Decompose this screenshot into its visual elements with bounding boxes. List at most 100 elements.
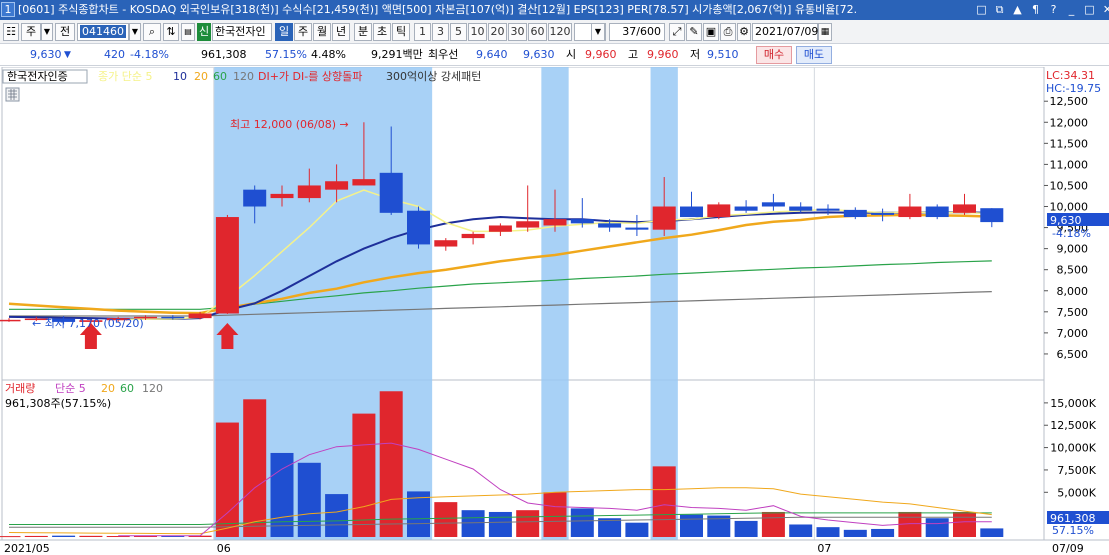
interval-week[interactable]: 주 bbox=[294, 23, 312, 41]
interval-month[interactable]: 월 bbox=[313, 23, 331, 41]
legend-pattern[interactable]: 300억이상 강세패턴 bbox=[386, 70, 481, 83]
save-icon[interactable]: ▣ bbox=[703, 23, 719, 41]
tick-1[interactable]: 1 bbox=[414, 23, 431, 41]
low-label: 저 bbox=[690, 48, 701, 61]
best-ask: 9,640 bbox=[476, 48, 508, 61]
data-count[interactable]: 37/600 bbox=[609, 23, 665, 41]
grid-menu-icon[interactable]: ☷ bbox=[3, 23, 19, 41]
pin-icon[interactable]: ¶ bbox=[1027, 1, 1044, 18]
maximize-button[interactable]: □ bbox=[1081, 1, 1098, 18]
volume-bar bbox=[980, 528, 1004, 537]
calendar-icon[interactable]: ▦ bbox=[818, 23, 832, 41]
volume-bar bbox=[680, 514, 703, 537]
date-input[interactable]: 2021/07/09 bbox=[752, 23, 818, 41]
window-title: [0601] 주식종합차트 - KOSDAQ 외국인보유[318(천)] 수식수… bbox=[18, 3, 858, 16]
legend-ma20[interactable]: 20 bbox=[194, 70, 208, 83]
chevron-down-icon[interactable]: ▼ bbox=[41, 23, 53, 41]
vol-legend-ma20[interactable]: 20 bbox=[101, 382, 115, 395]
vol-legend-ma60[interactable]: 60 bbox=[120, 382, 134, 395]
credit-badge: 신 bbox=[197, 23, 211, 41]
price-tick-label-6500: 6,500 bbox=[1057, 348, 1089, 361]
tick-5[interactable]: 5 bbox=[450, 23, 467, 41]
volume-bar bbox=[516, 510, 540, 537]
best-bid: 9,630 bbox=[523, 48, 555, 61]
minimize-button[interactable]: _ bbox=[1063, 1, 1080, 18]
tick-120[interactable]: 120 bbox=[548, 23, 572, 41]
edit-icon[interactable]: ✎ bbox=[686, 23, 702, 41]
vol-tick-label-4: 15,000K bbox=[1050, 397, 1096, 410]
search-icon[interactable]: ⌕ bbox=[143, 23, 161, 41]
candle-body bbox=[570, 219, 594, 224]
tick-3[interactable]: 3 bbox=[432, 23, 449, 41]
volume-bar bbox=[379, 391, 403, 537]
interval-minute[interactable]: 분 bbox=[354, 23, 372, 41]
candle-body bbox=[625, 227, 649, 230]
help-icon[interactable]: ? bbox=[1045, 1, 1062, 18]
candle-body bbox=[243, 189, 267, 207]
list-icon[interactable]: ▤ bbox=[181, 23, 195, 41]
legend-ma120[interactable]: 120 bbox=[233, 70, 254, 83]
volume-bar bbox=[434, 502, 458, 537]
crosshair-icon[interactable]: ⤢ bbox=[669, 23, 685, 41]
interval-tick[interactable]: 틱 bbox=[392, 23, 410, 41]
link-icon[interactable]: □ bbox=[973, 1, 990, 18]
volume-bar bbox=[270, 452, 294, 537]
candle-body bbox=[407, 210, 430, 245]
candle-body bbox=[652, 206, 676, 230]
price-change-pct: -4.18% bbox=[130, 48, 169, 61]
volume-bar bbox=[0, 536, 21, 538]
interval-second[interactable]: 초 bbox=[373, 23, 391, 41]
sell-button[interactable]: 매도 bbox=[796, 46, 832, 64]
candle-body bbox=[488, 225, 512, 232]
x-axis-label-0: 2021/05 bbox=[4, 542, 50, 555]
close-button[interactable]: ✕ bbox=[1099, 1, 1109, 18]
vol-ratio-tag: 57.15% bbox=[1052, 524, 1094, 537]
gear-icon[interactable]: ⚙ bbox=[737, 23, 751, 41]
vol-tick-label-1: 7,500K bbox=[1057, 464, 1096, 477]
volume-bar bbox=[461, 510, 485, 537]
interval-year[interactable]: 년 bbox=[332, 23, 350, 41]
legend-ma10[interactable]: 10 bbox=[173, 70, 187, 83]
sort-icon[interactable]: ⇅ bbox=[163, 23, 179, 41]
code-chevron-down-icon[interactable]: ▼ bbox=[129, 23, 141, 41]
period-type-select[interactable]: 주 bbox=[21, 23, 41, 41]
tick-20[interactable]: 20 bbox=[488, 23, 507, 41]
vol-tick-label-2: 10,000K bbox=[1050, 442, 1096, 455]
legend-ma5[interactable]: 종가 단순 5 bbox=[98, 70, 152, 83]
stock-chart[interactable]: 6,5007,0007,5008,0008,5009,0009,50010,00… bbox=[0, 67, 1109, 555]
custom-tick-chevron-icon[interactable]: ▼ bbox=[591, 23, 605, 41]
volume-bar bbox=[325, 494, 349, 537]
turnover-pct: 4.48% bbox=[311, 48, 346, 61]
prev-button[interactable]: 전 bbox=[55, 23, 75, 41]
print-icon[interactable]: ⎙ bbox=[720, 23, 736, 41]
candle-body bbox=[379, 172, 403, 213]
stock-code-value: 041460 bbox=[80, 25, 126, 38]
legend-di-signal[interactable]: DI+가 DI-를 상향돌파 bbox=[258, 70, 362, 83]
volume-bar bbox=[871, 528, 895, 537]
candle-body bbox=[325, 181, 349, 190]
interval-day[interactable]: 일 bbox=[275, 23, 293, 41]
volume-bar bbox=[570, 508, 594, 537]
vol-legend-ma120[interactable]: 120 bbox=[142, 382, 163, 395]
tick-30[interactable]: 30 bbox=[508, 23, 527, 41]
vol-legend-volume[interactable]: 거래량 bbox=[5, 382, 35, 395]
tick-60[interactable]: 60 bbox=[528, 23, 547, 41]
shop-icon[interactable]: ▲ bbox=[1009, 1, 1026, 18]
vol-tick-label-3: 12,500K bbox=[1050, 419, 1096, 432]
window-number[interactable]: 1 bbox=[1, 2, 15, 17]
candle-body bbox=[761, 202, 785, 207]
price-tick-label-7000: 7,000 bbox=[1057, 327, 1089, 340]
tick-10[interactable]: 10 bbox=[468, 23, 487, 41]
candle-body bbox=[215, 217, 239, 314]
stock-code-input[interactable]: 041460 bbox=[77, 23, 129, 41]
buy-button[interactable]: 매수 bbox=[756, 46, 792, 64]
copy-window-icon[interactable]: ⧉ bbox=[991, 1, 1008, 18]
table-icon[interactable] bbox=[5, 87, 20, 102]
candle-body bbox=[543, 219, 567, 226]
candle-body bbox=[598, 223, 622, 228]
x-axis-label-1: 06 bbox=[217, 542, 231, 555]
volume-bar bbox=[243, 399, 267, 537]
legend-ma60[interactable]: 60 bbox=[213, 70, 227, 83]
candle-body bbox=[352, 179, 376, 186]
vol-legend-ma5[interactable]: 단순 5 bbox=[55, 382, 86, 395]
